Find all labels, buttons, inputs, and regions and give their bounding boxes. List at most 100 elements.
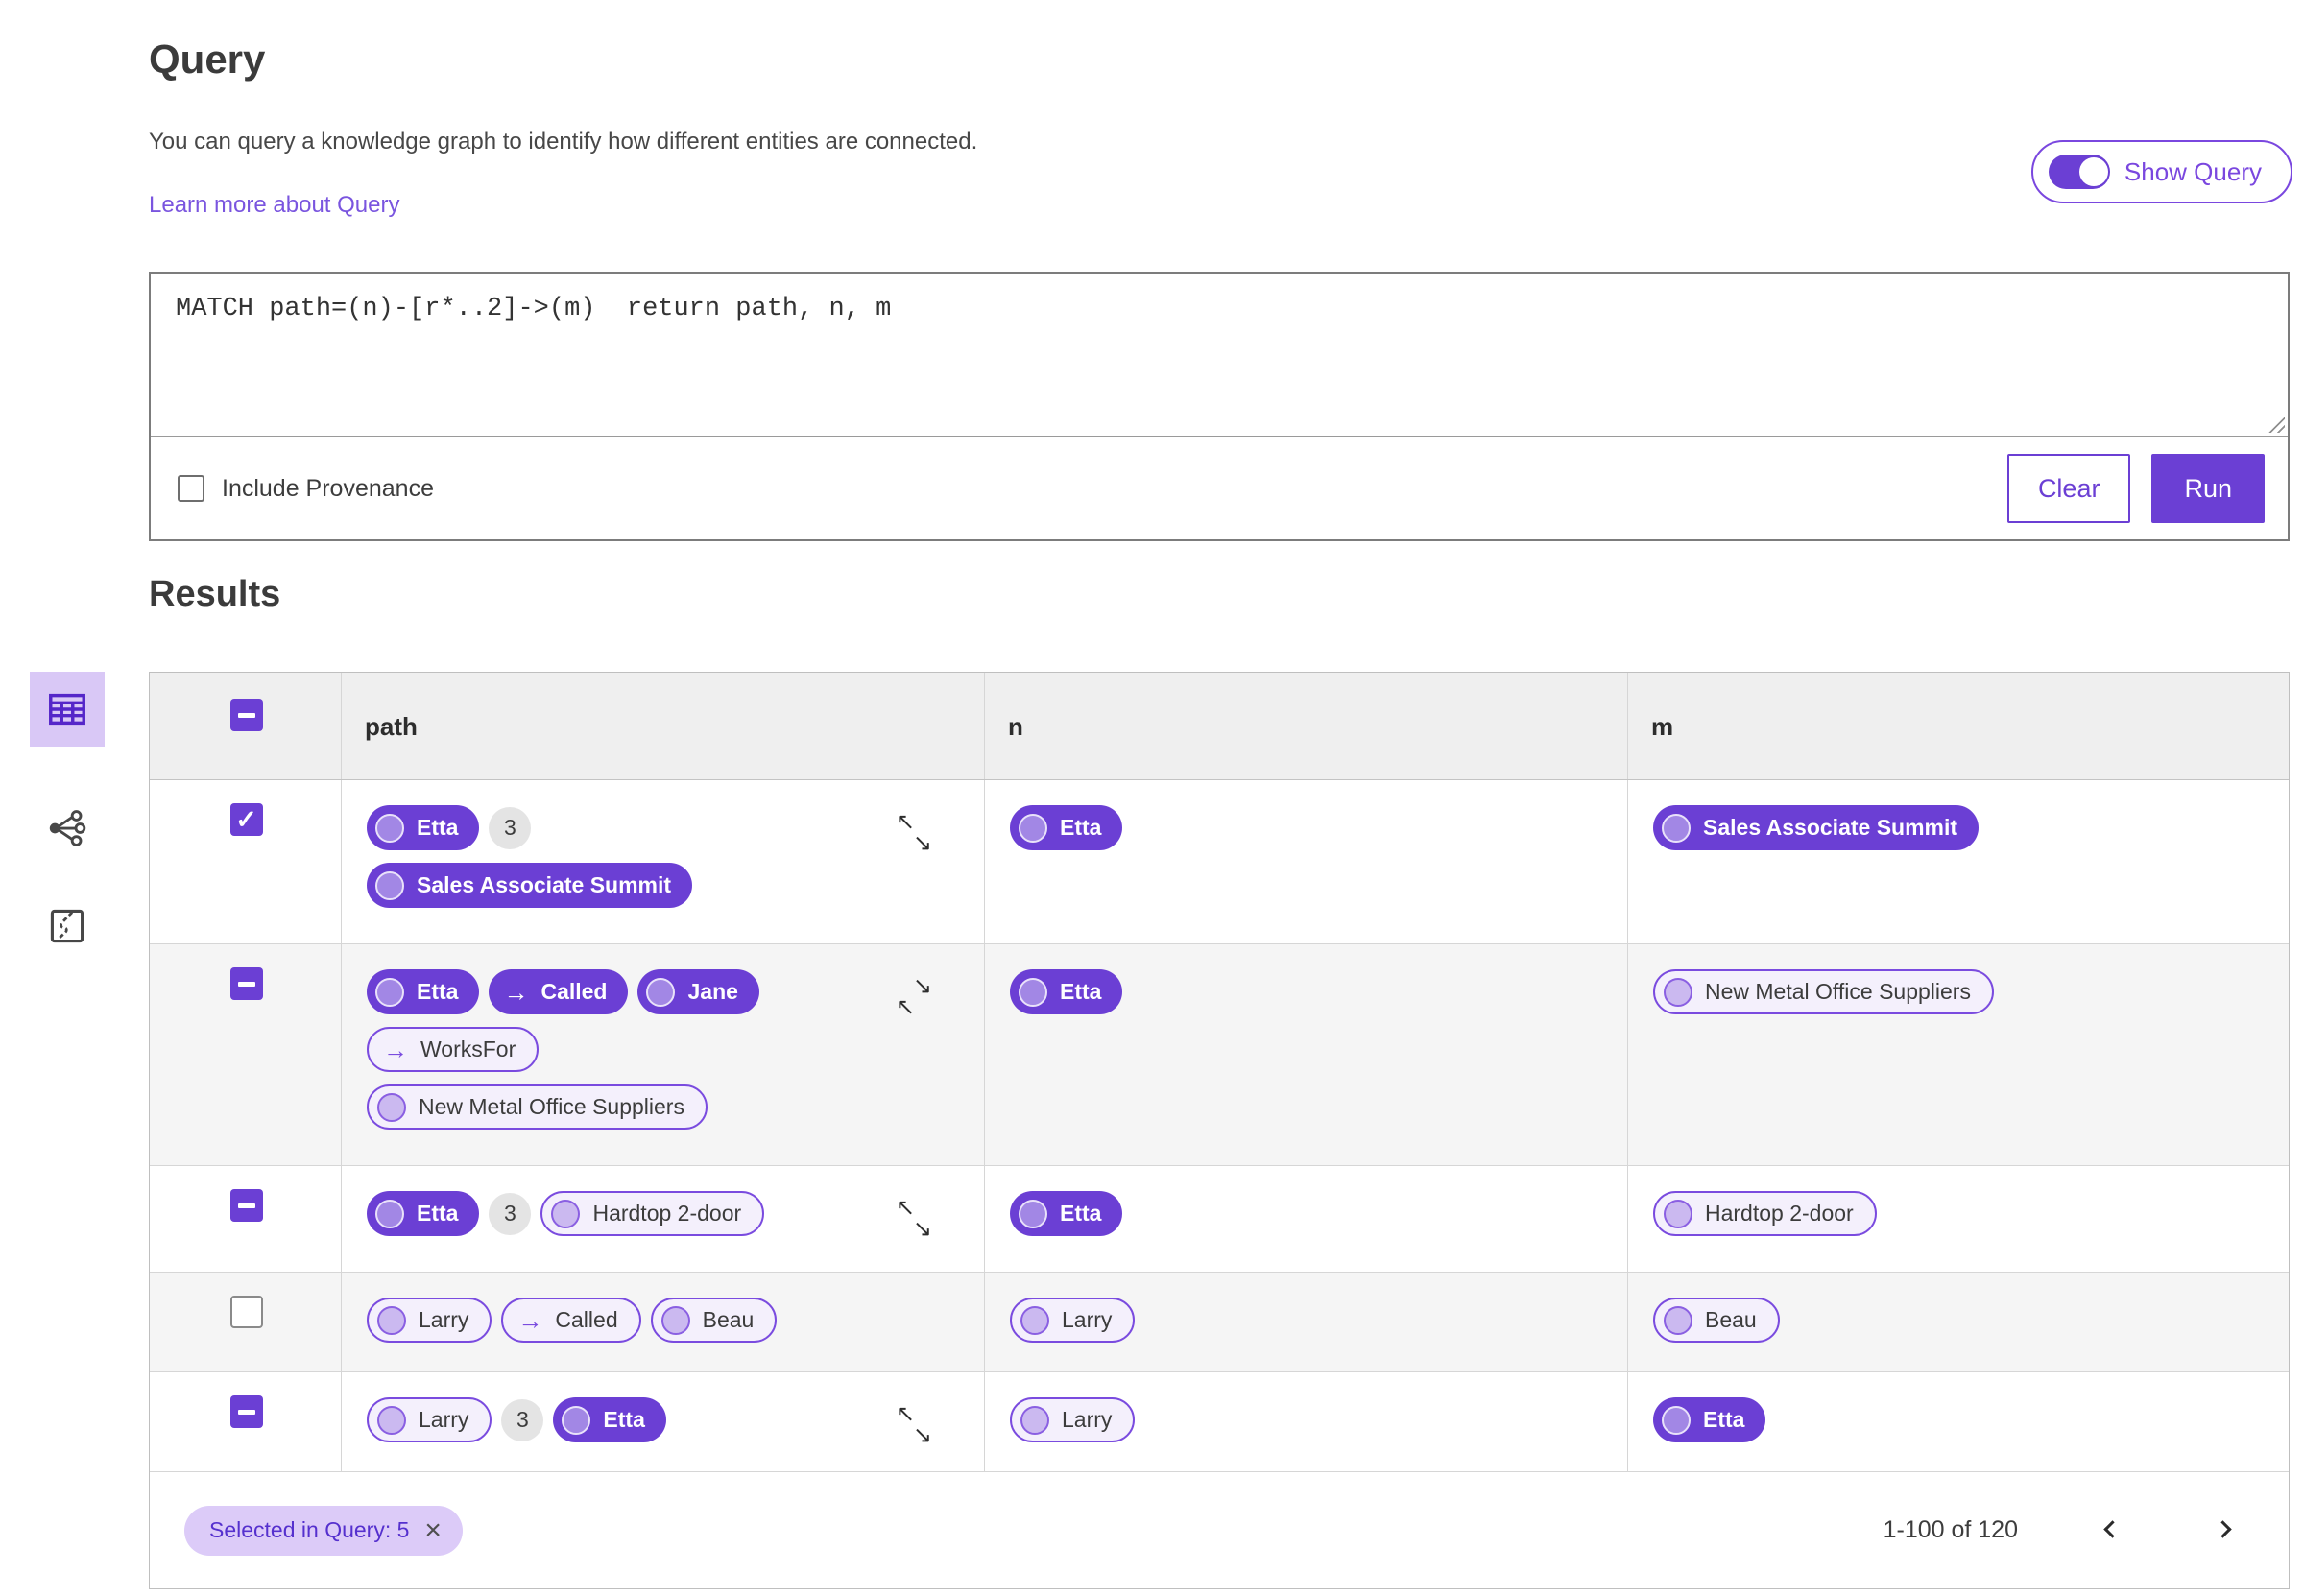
pill-label: Etta (417, 815, 459, 840)
map-view-button[interactable] (30, 889, 105, 964)
path-cell: Etta → Called Jane → WorksFor New Metal Office… (342, 944, 985, 1165)
node-pill[interactable]: Hardtop 2-door (1653, 1191, 1877, 1236)
pill-label: Etta (1060, 815, 1102, 840)
n-cell: Larry (985, 1273, 1628, 1371)
results-title: Results (149, 574, 281, 614)
node-pill[interactable]: Etta (367, 969, 480, 1014)
expand-path-icon[interactable]: ↖ ↘ (896, 811, 932, 855)
learn-more-link[interactable]: Learn more about Query (149, 192, 399, 219)
edge-pill[interactable]: → WorksFor (367, 1027, 540, 1072)
node-circle-icon (1020, 1305, 1049, 1335)
page-title: Query (149, 36, 266, 82)
n-cell: Etta (985, 1166, 1628, 1272)
select-all-checkbox[interactable] (229, 698, 263, 731)
diag-arrow-icon: ↘ (912, 1422, 932, 1448)
node-pill[interactable]: Larry (1010, 1397, 1136, 1442)
m-cell: Etta (1628, 1372, 2289, 1471)
pagination: 1-100 of 120 (1884, 1513, 2239, 1548)
path-pill-line: Etta 3 Hardtop 2-door (367, 1191, 961, 1236)
node-pill[interactable]: Etta (1010, 969, 1123, 1014)
chevron-left-icon (2103, 1519, 2122, 1538)
path-pill-line: Larry 3 Etta (367, 1397, 961, 1442)
edge-pill[interactable]: → Called (489, 969, 629, 1014)
node-pill[interactable]: Hardtop 2-door (540, 1191, 765, 1236)
table-row: Etta → Called Jane → WorksFor New Metal Office… (150, 944, 2289, 1166)
edge-arrow-icon: → (517, 1305, 543, 1335)
row-checkbox[interactable] (229, 1395, 263, 1428)
node-circle-icon (1020, 1405, 1049, 1435)
row-checkbox[interactable]: ✓ (229, 803, 263, 836)
expand-path-icon[interactable]: ↖ ↘ (896, 1403, 932, 1447)
pill-label: Etta (603, 1407, 645, 1432)
pill-label: Etta (1060, 1201, 1102, 1226)
selected-in-query-chip[interactable]: Selected in Query: 5 × (184, 1505, 463, 1556)
node-pill[interactable]: Etta (1010, 805, 1123, 850)
clear-button[interactable]: Clear (2006, 454, 2131, 523)
prev-page-button[interactable] (2097, 1513, 2128, 1548)
run-button[interactable]: Run (2151, 454, 2265, 523)
node-pill[interactable]: Sales Associate Summit (1653, 805, 1980, 850)
node-pill[interactable]: Larry (367, 1298, 492, 1343)
node-circle-icon (1019, 1199, 1047, 1228)
row-checkbox[interactable] (229, 1296, 263, 1328)
pill-label: Etta (417, 979, 459, 1004)
row-checkbox[interactable] (229, 1189, 263, 1222)
path-pill-line: Etta 3 (367, 805, 961, 850)
pill-label: Etta (417, 1201, 459, 1226)
n-cell: Larry (985, 1372, 1628, 1471)
pill-label: WorksFor (420, 1036, 516, 1061)
node-pill[interactable]: Beau (1653, 1298, 1780, 1343)
row-checkbox[interactable] (229, 967, 263, 1000)
node-circle-icon (375, 1199, 404, 1228)
include-provenance-label: Include Provenance (222, 474, 434, 502)
edge-pill[interactable]: → Called (501, 1298, 641, 1343)
node-pill[interactable]: Sales Associate Summit (367, 863, 693, 908)
diag-arrow-icon: ↘ (912, 1216, 932, 1242)
include-provenance-checkbox[interactable] (178, 475, 204, 502)
pill-label: Hardtop 2-door (592, 1201, 742, 1226)
path-cell: Etta 3 Hardtop 2-door ↖ ↘ (342, 1166, 985, 1272)
n-cell: Etta (985, 944, 1628, 1165)
results-footer: Selected in Query: 5 × 1-100 of 120 (150, 1471, 2289, 1588)
node-pill[interactable]: Etta (1010, 1191, 1123, 1236)
node-pill[interactable]: Etta (367, 1191, 480, 1236)
m-cell: New Metal Office Suppliers (1628, 944, 2289, 1165)
diag-arrow-icon: ↘ (912, 973, 932, 999)
node-pill[interactable]: Larry (1010, 1298, 1136, 1343)
pill-label: Called (555, 1307, 618, 1332)
node-pill[interactable]: New Metal Office Suppliers (1653, 969, 1994, 1014)
expand-path-icon[interactable]: ↖ ↘ (896, 1197, 932, 1241)
path-cell: Etta 3 Sales Associate Summit ↖ ↘ (342, 780, 985, 943)
pill-label: Jane (687, 979, 738, 1004)
node-pill[interactable]: Etta (553, 1397, 666, 1442)
node-circle-icon (375, 813, 404, 843)
query-editor-box: MATCH path=(n)-[r*..2]->(m) return path,… (149, 272, 2290, 541)
column-header-path: path (342, 673, 985, 779)
node-pill[interactable]: Larry (367, 1397, 492, 1442)
toggle-on-icon[interactable] (2048, 155, 2110, 189)
pill-label: Larry (419, 1307, 469, 1332)
path-pill-line: Etta → Called Jane (367, 969, 961, 1014)
node-pill[interactable]: Beau (650, 1298, 778, 1343)
collapse-path-icon[interactable]: ↘ ↖ (896, 975, 932, 1019)
node-circle-icon (562, 1405, 591, 1435)
graph-view-button[interactable] (30, 791, 105, 866)
view-mode-sidebar (27, 672, 108, 964)
node-pill[interactable]: Etta (1653, 1397, 1766, 1442)
row-select-cell: ✓ (150, 780, 342, 943)
next-page-button[interactable] (2207, 1513, 2239, 1548)
node-pill[interactable]: Etta (367, 805, 480, 850)
node-circle-icon (1662, 1405, 1691, 1435)
table-header-row: path n m (150, 673, 2289, 780)
show-query-label: Show Query (2124, 156, 2262, 186)
node-pill[interactable]: New Metal Office Suppliers (367, 1084, 708, 1130)
chip-dismiss-icon[interactable]: × (424, 1515, 442, 1545)
node-circle-icon (646, 977, 676, 1007)
pill-label: Etta (1060, 979, 1102, 1004)
show-query-toggle-button[interactable]: Show Query (2030, 140, 2292, 203)
query-input[interactable]: MATCH path=(n)-[r*..2]->(m) return path,… (151, 274, 2288, 436)
path-cell: Larry 3 Etta ↖ ↘ (342, 1372, 985, 1471)
table-view-button[interactable] (30, 672, 105, 747)
node-circle-icon (375, 870, 404, 900)
node-pill[interactable]: Jane (637, 969, 759, 1014)
